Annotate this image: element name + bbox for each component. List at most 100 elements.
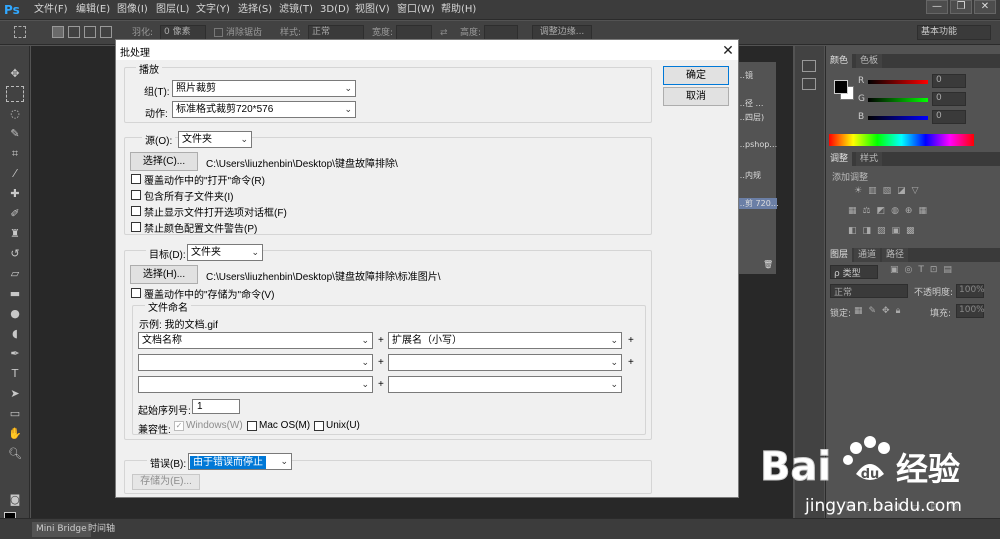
channel-r-value[interactable]: 0 bbox=[932, 74, 966, 88]
suppress-open-options-checkbox[interactable] bbox=[131, 206, 141, 216]
eraser-tool-icon[interactable]: ▱ bbox=[6, 266, 24, 282]
compat-windows-checkbox[interactable]: ✓ bbox=[174, 421, 184, 431]
channel-g-slider[interactable] bbox=[868, 98, 928, 102]
style-select[interactable]: 正常 bbox=[308, 25, 364, 40]
history-item[interactable]: …镜 bbox=[737, 70, 753, 81]
destination-choose-button[interactable]: 选择(H)... bbox=[130, 265, 198, 284]
marquee-tool-preset-icon[interactable] bbox=[14, 26, 26, 38]
menu-select[interactable]: 选择(S) bbox=[238, 3, 272, 17]
move-tool-icon[interactable]: ✥ bbox=[6, 66, 24, 82]
channel-r-slider[interactable] bbox=[868, 80, 928, 84]
menu-help[interactable]: 帮助(H) bbox=[441, 3, 476, 17]
tab-adjustments[interactable]: 调整 bbox=[826, 152, 853, 166]
channel-b-value[interactable]: 0 bbox=[932, 110, 966, 124]
tab-swatches[interactable]: 色板 bbox=[856, 54, 883, 68]
fg-color-chip-top[interactable] bbox=[834, 80, 848, 94]
channel-b-slider[interactable] bbox=[868, 116, 928, 120]
channel-g-value[interactable]: 0 bbox=[932, 92, 966, 106]
menu-view[interactable]: 视图(V) bbox=[355, 3, 390, 17]
lasso-tool-icon[interactable]: ◌ bbox=[6, 106, 24, 122]
menu-file[interactable]: 文件(F) bbox=[34, 3, 68, 17]
history-item[interactable]: …四层) bbox=[737, 112, 764, 123]
tab-paths[interactable]: 路径 bbox=[882, 248, 909, 262]
intersect-selection-icon[interactable] bbox=[100, 26, 112, 38]
compat-unix-checkbox[interactable] bbox=[314, 421, 324, 431]
healing-brush-icon[interactable]: ✚ bbox=[6, 186, 24, 202]
menu-3d[interactable]: 3D(D) bbox=[320, 3, 350, 17]
menu-type[interactable]: 文字(Y) bbox=[196, 3, 230, 17]
adjustment-icons-row1[interactable]: ☀▥▧◪▽ bbox=[854, 186, 925, 196]
source-choose-button[interactable]: 选择(C)... bbox=[130, 152, 198, 171]
history-item[interactable]: …pshop… bbox=[737, 140, 777, 149]
antialias-checkbox[interactable] bbox=[214, 28, 223, 37]
path-select-icon[interactable]: ➤ bbox=[6, 386, 24, 402]
menu-edit[interactable]: 编辑(E) bbox=[76, 3, 110, 17]
crop-tool-icon[interactable]: ⌗ bbox=[6, 146, 24, 162]
brush-tool-icon[interactable]: ✐ bbox=[6, 206, 24, 222]
action-select[interactable]: 标准格式裁剪720*576 ⌄ bbox=[172, 101, 356, 118]
layer-filter-select[interactable]: ρ 类型 bbox=[830, 265, 878, 279]
tab-timeline[interactable]: 时间轴 bbox=[84, 522, 119, 537]
restore-button[interactable]: ❐ bbox=[950, 0, 972, 14]
compat-mac-checkbox[interactable] bbox=[247, 421, 257, 431]
new-selection-icon[interactable] bbox=[52, 26, 64, 38]
zoom-tool-icon[interactable]: 🔍︎ bbox=[6, 446, 24, 462]
destination-select[interactable]: 文件夹 ⌄ bbox=[187, 244, 263, 261]
subtract-selection-icon[interactable] bbox=[84, 26, 96, 38]
history-item[interactable]: …内规 bbox=[737, 170, 761, 181]
workspace-select[interactable]: 基本功能 bbox=[917, 25, 991, 40]
height-input[interactable] bbox=[484, 25, 518, 40]
minimize-button[interactable]: — bbox=[926, 0, 948, 14]
blur-tool-icon[interactable]: ● bbox=[6, 306, 24, 322]
adjustment-icons-row2[interactable]: ▦⚖◩◍⊕▦ bbox=[848, 206, 933, 216]
menu-image[interactable]: 图像(I) bbox=[117, 3, 148, 17]
actions-panel-icon[interactable] bbox=[802, 78, 816, 90]
include-subfolders-checkbox[interactable] bbox=[131, 190, 141, 200]
add-selection-icon[interactable] bbox=[68, 26, 80, 38]
errors-select[interactable]: 由于错误而停止 ⌄ bbox=[188, 453, 292, 470]
type-tool-icon[interactable]: T bbox=[6, 366, 24, 382]
menu-window[interactable]: 窗口(W) bbox=[397, 3, 435, 17]
adjustment-icons-row3[interactable]: ◧◨▨▣▩ bbox=[848, 226, 921, 236]
history-item[interactable]: …径 … bbox=[737, 98, 764, 109]
history-panel-icon[interactable] bbox=[802, 60, 816, 72]
serial-input[interactable]: 1 bbox=[192, 399, 240, 414]
opacity-input[interactable]: 100% bbox=[956, 284, 985, 298]
feather-input[interactable]: 0 像素 bbox=[160, 25, 206, 40]
rectangle-tool-icon[interactable]: ▭ bbox=[6, 406, 24, 422]
cancel-button[interactable]: 取消 bbox=[663, 87, 729, 106]
color-spectrum-bar[interactable] bbox=[829, 134, 974, 146]
swap-icon[interactable]: ⇄ bbox=[440, 26, 448, 40]
clone-stamp-icon[interactable]: ♜ bbox=[6, 226, 24, 242]
naming-field-5[interactable]: ⌄ bbox=[138, 376, 373, 393]
dodge-tool-icon[interactable]: ◖ bbox=[6, 326, 24, 342]
quick-select-tool-icon[interactable]: ✎ bbox=[6, 126, 24, 142]
lock-icons[interactable]: ▦✎✥🔒︎ bbox=[854, 306, 906, 316]
override-save-as-checkbox[interactable] bbox=[131, 288, 141, 298]
group-select[interactable]: 照片裁剪 ⌄ bbox=[172, 80, 356, 97]
naming-field-6[interactable]: ⌄ bbox=[388, 376, 622, 393]
naming-field-3[interactable]: ⌄ bbox=[138, 354, 373, 371]
dialog-close-icon[interactable]: ✕ bbox=[720, 42, 736, 58]
blend-mode-select[interactable]: 正常 bbox=[830, 284, 908, 298]
tab-mini-bridge[interactable]: Mini Bridge bbox=[32, 522, 91, 537]
hand-tool-icon[interactable]: ✋ bbox=[6, 426, 24, 442]
suppress-color-warning-checkbox[interactable] bbox=[131, 222, 141, 232]
gradient-tool-icon[interactable]: ▬ bbox=[6, 286, 24, 302]
tab-color[interactable]: 颜色 bbox=[826, 54, 853, 68]
naming-field-1[interactable]: 文档名称 ⌄ bbox=[138, 332, 373, 349]
menu-filter[interactable]: 滤镜(T) bbox=[279, 3, 313, 17]
close-app-button[interactable]: ✕ bbox=[974, 0, 996, 14]
marquee-tool-icon[interactable] bbox=[6, 86, 24, 102]
trash-icon[interactable]: 🗑︎ bbox=[763, 260, 773, 269]
tab-channels[interactable]: 通道 bbox=[854, 248, 881, 262]
tab-layers[interactable]: 图层 bbox=[826, 248, 853, 262]
layer-filter-icons[interactable]: ▣◎T⊡▤ bbox=[890, 265, 958, 275]
history-item-selected[interactable]: …剪 720… bbox=[737, 198, 779, 209]
fill-input[interactable]: 100% bbox=[956, 304, 985, 318]
eyedropper-tool-icon[interactable]: ⁄ bbox=[6, 166, 24, 182]
naming-field-4[interactable]: ⌄ bbox=[388, 354, 622, 371]
save-as-button[interactable]: 存储为(E)... bbox=[132, 474, 200, 490]
ok-button[interactable]: 确定 bbox=[663, 66, 729, 85]
refine-edge-button[interactable]: 调整边缘... bbox=[532, 25, 592, 40]
